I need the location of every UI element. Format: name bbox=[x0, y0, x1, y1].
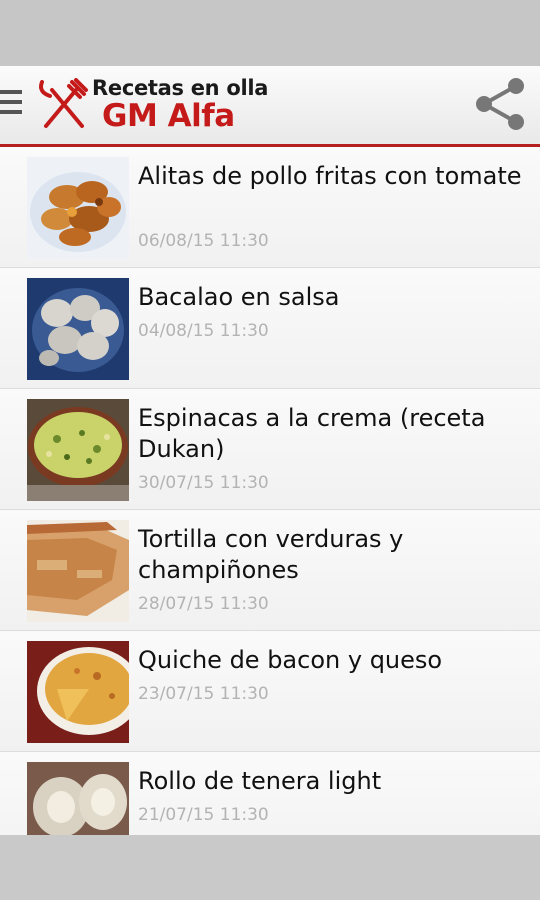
recipe-item[interactable]: Alitas de pollo fritas con tomate 06/08/… bbox=[0, 147, 540, 268]
recipe-date: 30/07/15 11:30 bbox=[138, 473, 269, 493]
fork-knife-icon bbox=[39, 78, 88, 128]
recipe-title: Espinacas a la crema (receta Dukan) bbox=[138, 404, 486, 463]
hamburger-menu-icon[interactable] bbox=[0, 90, 22, 118]
recipe-title: Bacalao en salsa bbox=[138, 283, 340, 311]
bottom-bar bbox=[0, 836, 540, 900]
recipe-item[interactable]: Espinacas a la crema (receta Dukan) 30/0… bbox=[0, 389, 540, 510]
recipe-thumbnail bbox=[27, 157, 129, 259]
recipe-thumbnail bbox=[27, 520, 129, 622]
recipe-date: 06/08/15 11:30 bbox=[138, 231, 269, 251]
recipe-date: 23/07/15 11:30 bbox=[138, 684, 269, 704]
recipe-thumbnail bbox=[27, 278, 129, 380]
recipe-item[interactable]: Rollo de tenera light 21/07/15 11:30 bbox=[0, 752, 540, 835]
recipe-item[interactable]: Quiche de bacon y queso 23/07/15 11:30 bbox=[0, 631, 540, 752]
recipe-date: 28/07/15 11:30 bbox=[138, 594, 269, 614]
recipe-thumbnail bbox=[27, 641, 129, 743]
app-header: Recetas en olla GM Alfa bbox=[0, 66, 540, 147]
recipe-date: 21/07/15 11:30 bbox=[138, 805, 269, 825]
recipe-title: Tortilla con verduras y champiñones bbox=[138, 525, 404, 584]
recipe-title: Quiche de bacon y queso bbox=[138, 646, 443, 674]
recipe-title: Alitas de pollo fritas con tomate bbox=[138, 162, 522, 190]
recipe-item[interactable]: Bacalao en salsa 04/08/15 11:30 bbox=[0, 268, 540, 389]
share-icon[interactable] bbox=[470, 74, 530, 134]
app-logo: Recetas en olla GM Alfa bbox=[36, 74, 276, 138]
logo-title-line1: Recetas en olla bbox=[92, 76, 269, 100]
recipe-thumbnail bbox=[27, 399, 129, 501]
logo-title-line2: GM Alfa bbox=[102, 98, 235, 134]
recipe-date: 04/08/15 11:30 bbox=[138, 321, 269, 341]
status-bar bbox=[0, 0, 540, 66]
recipe-title: Rollo de tenera light bbox=[138, 767, 382, 795]
recipe-item[interactable]: Tortilla con verduras y champiñones 28/0… bbox=[0, 510, 540, 631]
recipe-list[interactable]: Alitas de pollo fritas con tomate 06/08/… bbox=[0, 147, 540, 835]
recipe-thumbnail bbox=[27, 762, 129, 835]
